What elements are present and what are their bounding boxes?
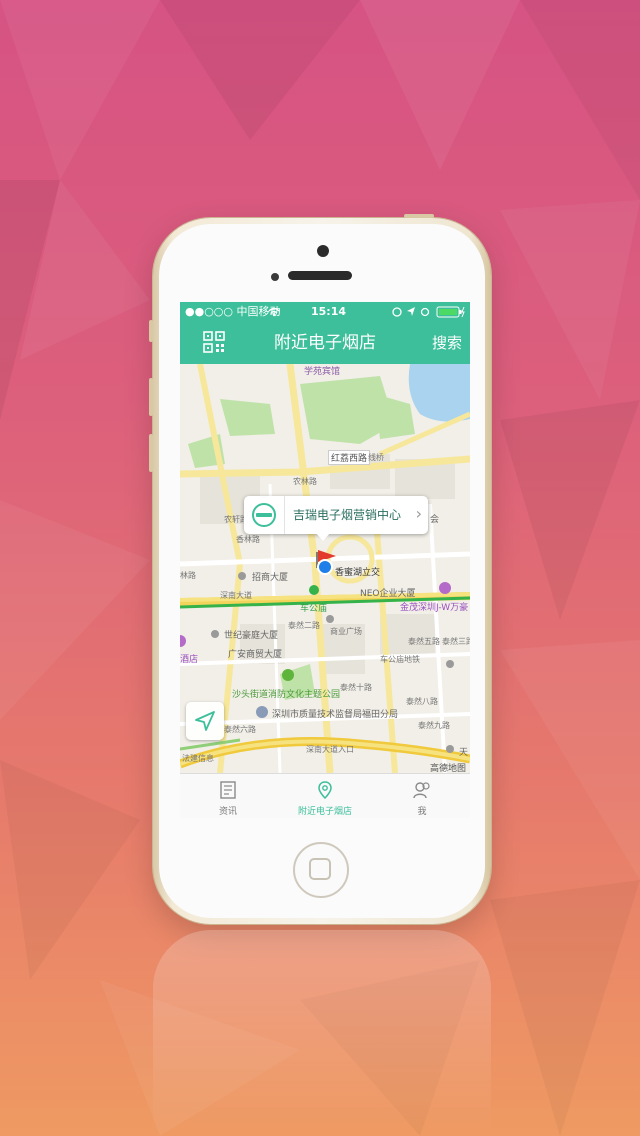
map-label: 泰然二路 [288,621,320,630]
tab-bar: 资讯 附近电子烟店 我 [180,773,470,818]
front-camera [317,245,329,257]
volume-up-button [149,378,153,416]
tab-nearby-shops[interactable]: 附近电子烟店 [277,774,373,818]
page-title: 附近电子烟店 [274,333,376,353]
map-label: 学苑宾馆 [304,367,341,377]
tab-label: 我 [417,807,427,817]
callout-tail [316,533,330,541]
map-label: 农林路 [293,477,317,486]
map-label: 车公庙 [300,604,328,614]
status-bar: ●●○○○ 中国移动 15:14 [180,302,470,322]
shop-name: 吉瑞电子烟营销中心 [293,508,402,522]
volume-down-button [149,434,153,472]
map-label: 金茂深圳J-W万豪 [400,603,469,613]
navigation-arrow-icon [195,711,215,731]
tab-news[interactable]: 资讯 [180,774,276,818]
map-label: 商业广场 [330,627,362,636]
power-button [404,214,434,218]
map-label: 泰然五路 [408,637,440,646]
map-label: 香蜜湖立交 [335,568,381,578]
tab-label: 资讯 [218,807,237,817]
map-label: NEO企业大厦 [360,589,416,599]
news-icon [220,781,236,799]
map-label: 广安商贸大厦 [228,650,283,660]
map-label: 泰然六路 [224,725,256,734]
callout-icon-area [244,496,285,534]
map-label: 泰然三路 [442,637,470,646]
map-label: 深南大道 [220,591,252,600]
map-label: 招商大厦 [252,573,289,583]
map-label: 林路 [180,571,196,580]
map-label: 香林路 [236,535,260,544]
map-label: 世纪豪庭大厦 [224,631,279,641]
map-label: 天 [459,748,469,758]
proximity-sensor [271,273,279,281]
home-button-square [309,858,331,880]
user-icon [413,782,430,799]
map-label: 法建信息 [182,754,214,763]
earpiece-speaker [288,271,352,280]
tab-me[interactable]: 我 [374,774,470,818]
map-label: 红荔西路 [328,450,371,465]
clock: 15:14 [311,305,347,318]
nav-bar: 附近电子烟店 搜索 [180,322,470,364]
map-label: 酒店 [180,655,199,665]
map-label: 会 [430,515,440,525]
location-pin-icon [318,781,332,800]
carrier-label: ●●○○○ 中国移动 [185,305,281,318]
map-label: 沙头街道消防文化主题公园 [232,690,341,700]
map-label: 泰然九路 [418,721,450,730]
search-button[interactable]: 搜索 [432,322,462,364]
mute-switch [149,320,153,342]
map-label: 深南大道入口 [306,745,354,754]
map-label: 线桥 [368,453,384,462]
tab-label: 附近电子烟店 [297,807,352,817]
map-label: 车公庙地铁 [380,655,420,664]
map-attribution: 高德地图 [429,764,466,773]
e-cigarette-icon [252,503,276,527]
locate-me-button[interactable] [186,702,224,740]
chevron-right-icon: › [415,504,422,523]
map-view[interactable]: 学苑宾馆 红荔西路 线桥 农林路 香蜜湖立交 招商大厦 深南大道 车公庙 NEO… [180,364,470,773]
phone-reflection [153,930,491,1136]
map-label: 泰然十路 [340,683,372,692]
shop-callout[interactable]: 吉瑞电子烟营销中心 › [244,496,428,541]
map-label: 深圳市质量技术监督局福田分局 [272,710,399,720]
map-label: 泰然八路 [406,697,438,706]
app-screen: ●●○○○ 中国移动 15:14 附近电子烟店 搜索 学苑宾馆 红荔西路 线桥 … [180,302,470,818]
